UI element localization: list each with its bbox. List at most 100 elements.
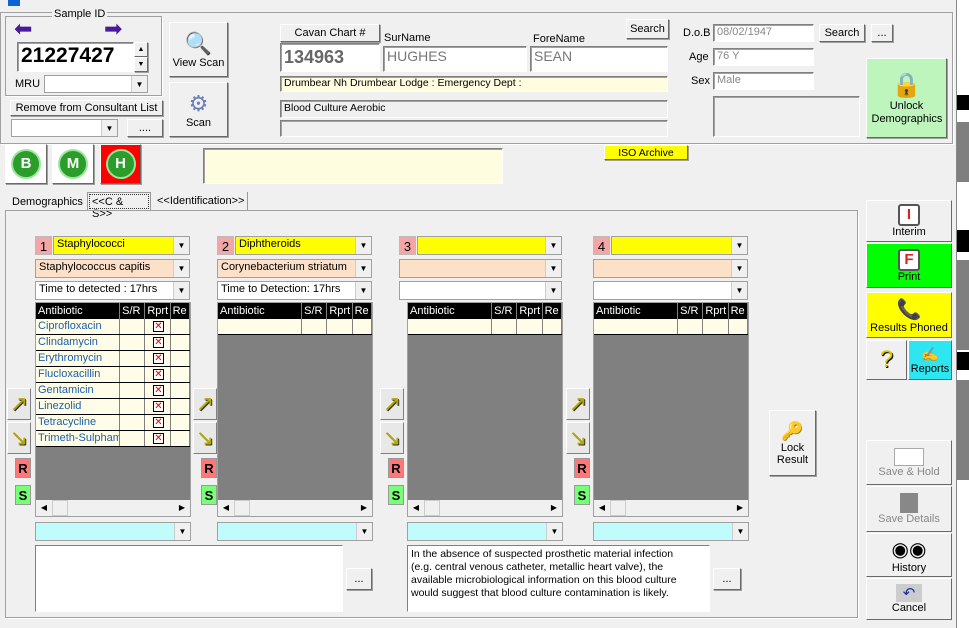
scroll-thumb[interactable] (52, 500, 68, 516)
surname-field[interactable]: HUGHES (383, 46, 527, 72)
organism-select[interactable]: Staphylococcus capitis ▼ (35, 259, 190, 278)
move-down-arrow-icon[interactable]: ↘ (566, 422, 590, 454)
report-cell[interactable]: ✕ (145, 351, 171, 366)
results-phoned-button[interactable]: 📞 Results Phoned (866, 292, 952, 338)
mru-select[interactable]: ▼ (44, 75, 148, 93)
view-scan-button[interactable]: 🔍 View Scan (169, 22, 228, 77)
table-row[interactable]: Ciprofloxacin ✕ (36, 319, 190, 335)
comment-left-more-button[interactable]: ... (346, 568, 372, 590)
consultant-more-button[interactable]: .... (127, 119, 163, 137)
comment-select[interactable]: ▼ (593, 522, 749, 541)
column-header[interactable]: Re (543, 303, 562, 319)
move-down-arrow-icon[interactable]: ↘ (7, 422, 31, 454)
column-header[interactable]: Re (353, 303, 372, 319)
scroll-right-icon[interactable]: ▶ (174, 500, 190, 516)
move-up-arrow-icon[interactable]: ↗ (566, 388, 590, 420)
scroll-left-icon[interactable]: ◀ (594, 500, 610, 516)
tab-c-and-s[interactable]: <<C & S>> (87, 192, 151, 220)
help-button[interactable]: ? (866, 340, 907, 380)
unlock-demographics-button[interactable]: 🔒 Unlock Demographics (866, 58, 947, 138)
sr-cell[interactable] (120, 383, 146, 398)
scroll-left-icon[interactable]: ◀ (218, 500, 234, 516)
consultant-select[interactable]: ▼ (11, 119, 118, 137)
spin-up-button[interactable]: ▲ (134, 42, 148, 57)
move-up-arrow-icon[interactable]: ↗ (380, 388, 404, 420)
column-header[interactable]: Rprt (327, 303, 353, 319)
scroll-thumb[interactable] (424, 500, 440, 516)
column-header[interactable]: S/R (678, 303, 704, 319)
detection-time-select[interactable]: ▼ (399, 281, 562, 300)
comment-right[interactable]: In the absence of suspected prosthetic m… (407, 545, 710, 612)
detection-time-select[interactable]: Time to Detection: 17hrs ▼ (217, 281, 372, 300)
comment-select[interactable]: ▼ (217, 522, 373, 541)
scroll-right-icon[interactable]: ▶ (732, 500, 748, 516)
column-header[interactable]: S/R (120, 303, 146, 319)
report-checkbox[interactable]: ✕ (152, 433, 164, 444)
report-checkbox[interactable]: ✕ (152, 417, 164, 428)
move-down-arrow-icon[interactable]: ↘ (380, 422, 404, 454)
comment-select[interactable]: ▼ (407, 522, 563, 541)
cancel-button[interactable]: ↶ Cancel (866, 578, 952, 620)
reports-button[interactable]: ✍ Reports (908, 340, 952, 380)
sr-cell[interactable] (120, 415, 146, 430)
resistant-button[interactable]: R (388, 458, 404, 478)
scroll-thumb[interactable] (234, 500, 250, 516)
table-row[interactable] (408, 319, 562, 335)
comment-right-more-button[interactable]: ... (713, 568, 741, 590)
sr-cell[interactable] (120, 319, 146, 334)
organism-group-select[interactable]: Staphylococci ▼ (53, 236, 190, 255)
sr-cell[interactable] (120, 399, 146, 414)
arrow-right-icon[interactable]: ➡ (104, 18, 122, 40)
column-header[interactable]: Antibiotic (408, 303, 493, 319)
sensitive-button[interactable]: S (574, 485, 590, 505)
sample-id-input[interactable]: 21227427 (17, 42, 134, 72)
report-checkbox[interactable]: ✕ (152, 369, 164, 380)
lock-result-button[interactable]: 🔑 Lock Result (769, 410, 816, 476)
b-button[interactable]: B (5, 144, 47, 184)
organism-select[interactable]: Corynebacterium striatum ▼ (217, 259, 372, 278)
report-checkbox[interactable]: ✕ (152, 337, 164, 348)
organism-select[interactable]: ▼ (593, 259, 748, 278)
name-search-button[interactable]: Search (626, 19, 669, 39)
print-button[interactable]: F Print (866, 243, 952, 288)
column-header[interactable]: Rprt (145, 303, 171, 319)
report-checkbox[interactable]: ✕ (152, 401, 164, 412)
scroll-left-icon[interactable]: ◀ (36, 500, 52, 516)
move-down-arrow-icon[interactable]: ↘ (193, 422, 217, 454)
report-cell[interactable]: ✕ (145, 399, 171, 414)
horizontal-scrollbar[interactable]: ◀ ▶ (218, 500, 372, 516)
table-row[interactable]: Clindamycin ✕ (36, 335, 190, 351)
report-cell[interactable]: ✕ (145, 383, 171, 398)
spin-down-button[interactable]: ▼ (134, 57, 148, 72)
column-header[interactable]: Rprt (517, 303, 543, 319)
m-button[interactable]: M (52, 144, 94, 184)
move-up-arrow-icon[interactable]: ↗ (7, 388, 31, 420)
scroll-right-icon[interactable]: ▶ (356, 500, 372, 516)
detection-time-select[interactable]: ▼ (593, 281, 748, 300)
resistant-button[interactable]: R (574, 458, 590, 478)
column-header[interactable]: Re (171, 303, 190, 319)
dob-field[interactable]: 08/02/1947 (713, 24, 814, 42)
save-hold-button[interactable]: Save & Hold (866, 440, 952, 485)
column-header[interactable]: Rprt (703, 303, 729, 319)
table-row[interactable]: Trimeth-Sulphame ✕ (36, 431, 190, 447)
dob-more-button[interactable]: ... (871, 24, 893, 42)
sr-cell[interactable] (120, 431, 146, 446)
forename-field[interactable]: SEAN (530, 46, 668, 72)
horizontal-scrollbar[interactable]: ◀ ▶ (594, 500, 748, 516)
column-header[interactable]: Antibiotic (594, 303, 679, 319)
table-row[interactable] (218, 319, 372, 335)
horizontal-scrollbar[interactable]: ◀ ▶ (408, 500, 562, 516)
column-header[interactable]: Antibiotic (36, 303, 121, 319)
scroll-thumb[interactable] (610, 500, 626, 516)
history-button[interactable]: ◉◉ History (866, 533, 952, 577)
report-checkbox[interactable]: ✕ (152, 321, 164, 332)
table-row[interactable]: Flucloxacillin ✕ (36, 367, 190, 383)
report-cell[interactable]: ✕ (145, 415, 171, 430)
remove-consultant-button[interactable]: Remove from Consultant List (10, 100, 163, 116)
sensitive-button[interactable]: S (201, 485, 217, 505)
horizontal-scrollbar[interactable]: ◀ ▶ (36, 500, 190, 516)
scroll-right-icon[interactable]: ▶ (546, 500, 562, 516)
organism-group-select[interactable]: Diphtheroids ▼ (235, 236, 372, 255)
report-cell[interactable]: ✕ (145, 367, 171, 382)
